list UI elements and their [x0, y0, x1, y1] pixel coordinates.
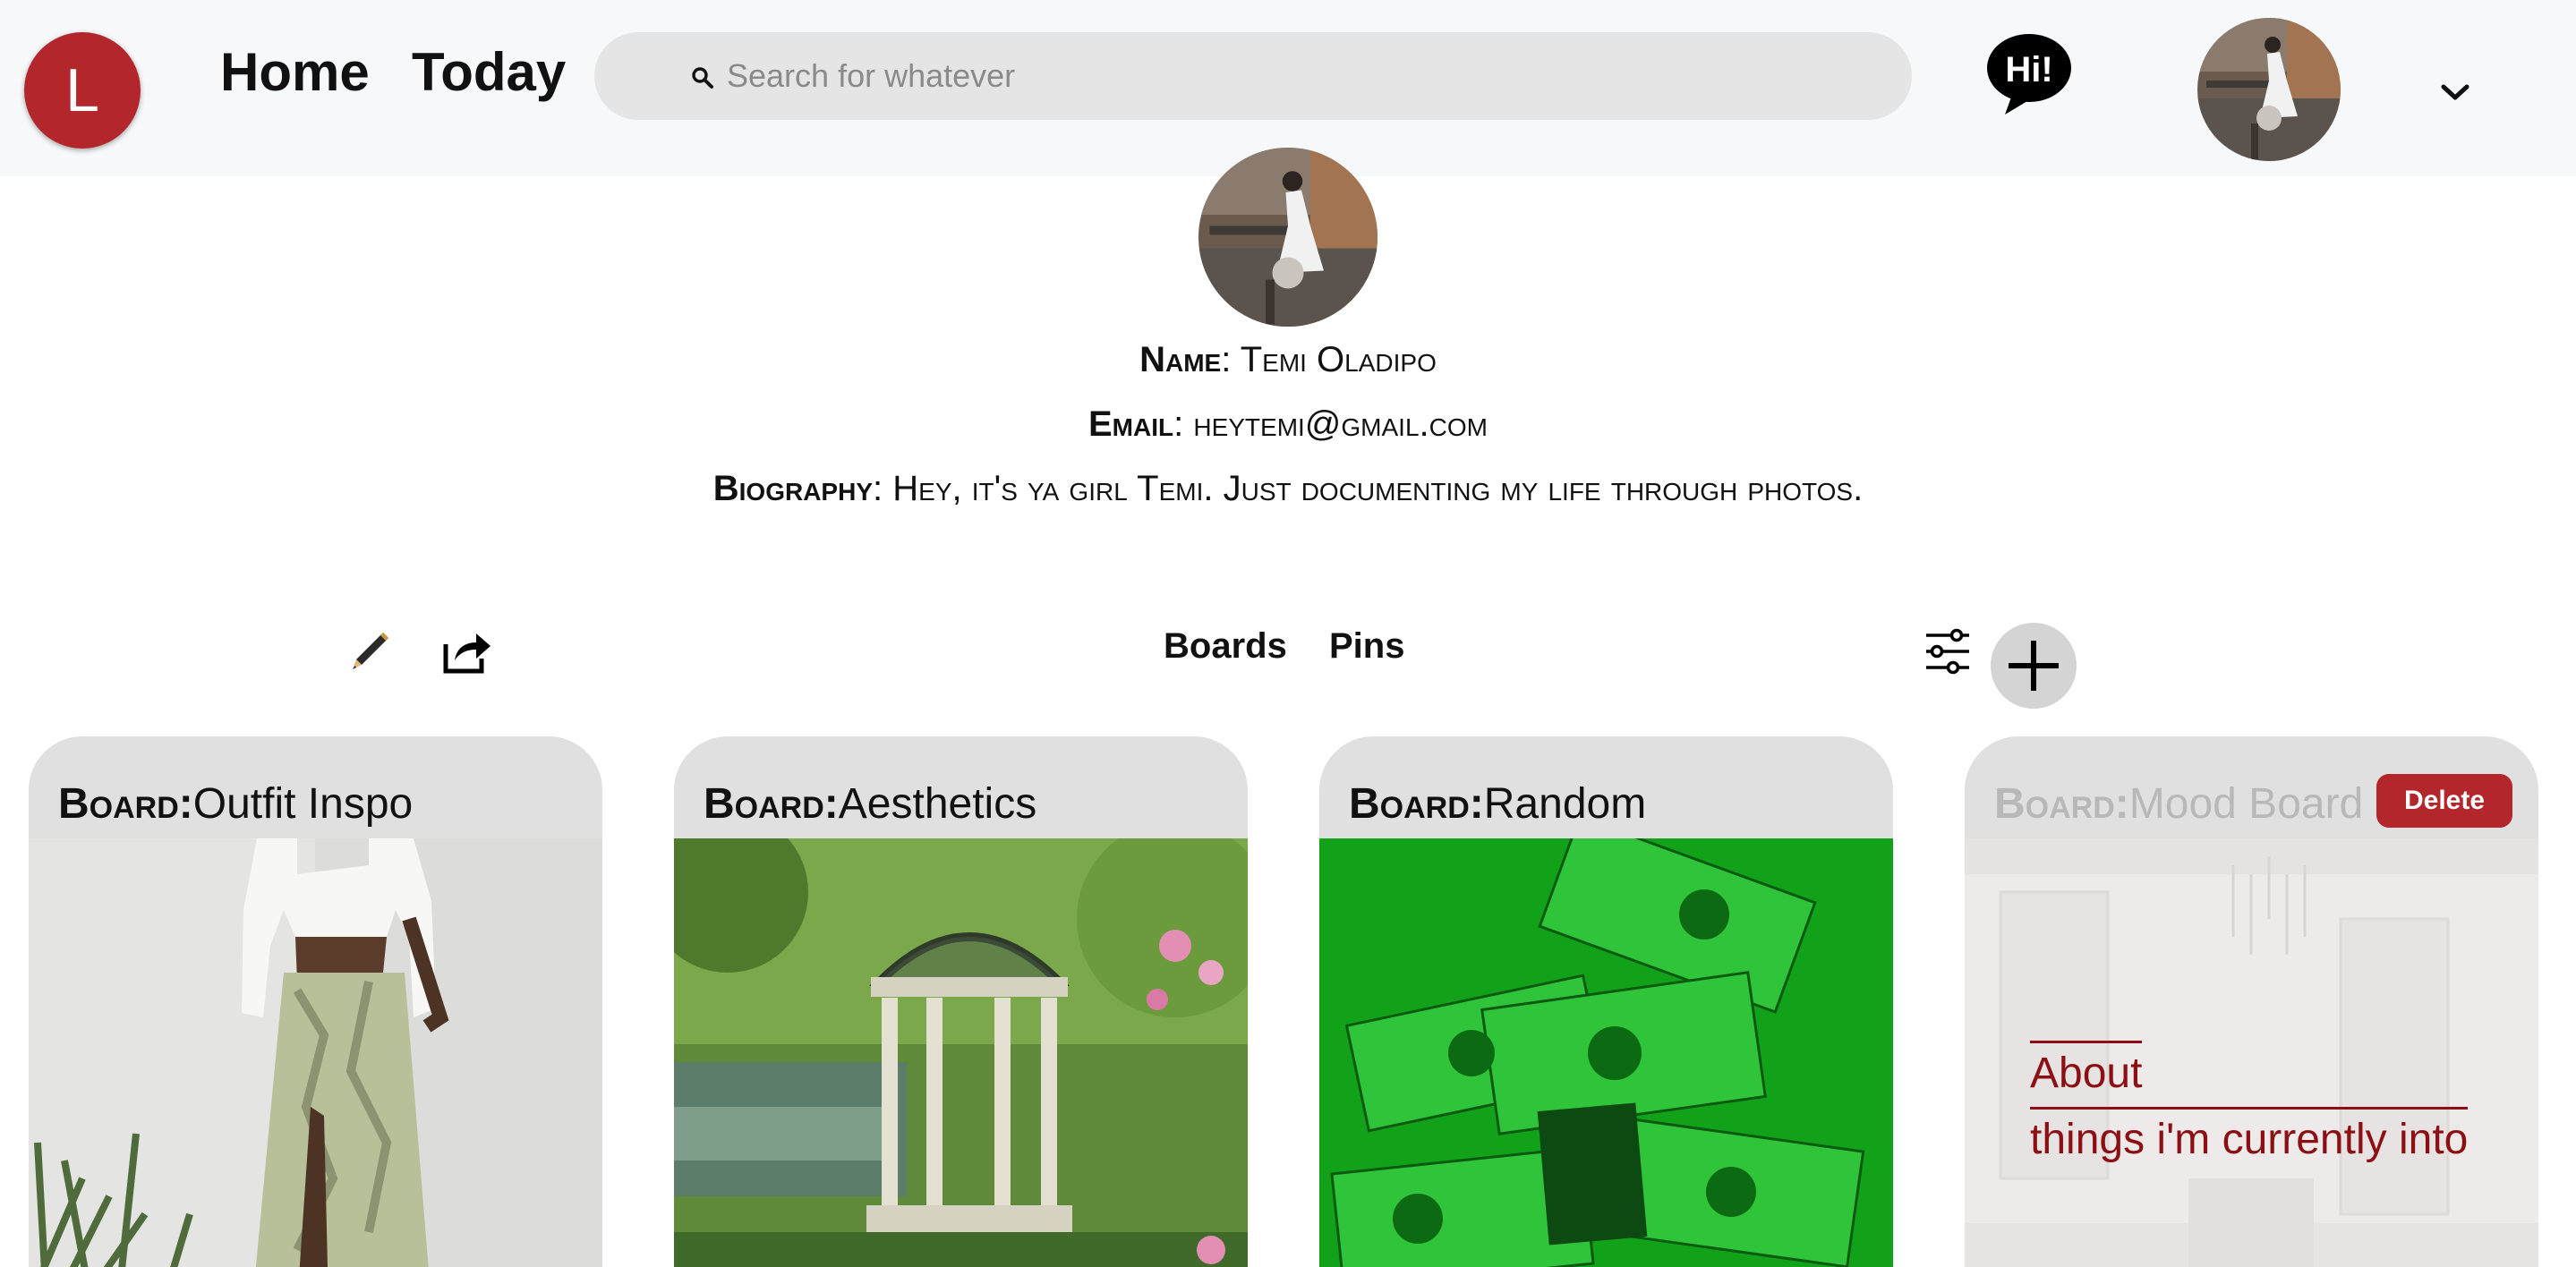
board-card[interactable]: Board:Mood Board Delete About things i'm…: [1965, 736, 2538, 1267]
pencil-icon[interactable]: [347, 629, 392, 674]
name-label: Name: [1139, 340, 1222, 379]
profile-email: Email: heytemi@gmail.com: [1088, 404, 1488, 444]
board-label: Board:: [58, 780, 193, 828]
board-title: Board:Outfit Inspo: [58, 779, 413, 829]
name-value: Temi Oladipo: [1240, 340, 1437, 379]
profile-avatar: [1198, 148, 1378, 327]
biography-value: Hey, it's ya girl Temi. Just documenting…: [892, 469, 1864, 508]
board-label: Board:: [704, 780, 839, 828]
board-cover-image: [674, 838, 1248, 1267]
board-card[interactable]: Board:Random: [1319, 736, 1893, 1267]
chat-icon-label: Hi!: [2005, 50, 2052, 89]
board-title: Board:Aesthetics: [704, 779, 1036, 829]
profile-photo: [1198, 148, 1378, 327]
delete-board-button[interactable]: Delete: [2376, 774, 2512, 828]
search-bar[interactable]: [594, 32, 1912, 120]
biography-label: Biography: [712, 469, 874, 508]
add-button[interactable]: [1991, 623, 2077, 709]
chevron-down-icon[interactable]: [2440, 82, 2470, 102]
about-description: things i'm currently into: [2030, 1107, 2469, 1164]
tab-boards[interactable]: Boards: [1164, 626, 1287, 667]
tab-pins[interactable]: Pins: [1329, 626, 1404, 667]
board-title: Board:Random: [1349, 779, 1646, 829]
board-title: Board:Mood Board: [1994, 779, 2363, 829]
board-label: Board:: [1349, 780, 1484, 828]
profile-biography: Biography: Hey, it's ya girl Temi. Just …: [712, 469, 1864, 508]
board-card[interactable]: Board:Aesthetics: [674, 736, 1248, 1267]
about-heading: About: [2030, 1041, 2143, 1098]
plus-icon: [2009, 641, 2059, 691]
profile-name: Name: Temi Oladipo: [1139, 340, 1437, 379]
board-cover-image: [1319, 838, 1893, 1267]
share-icon[interactable]: [442, 628, 492, 675]
user-avatar-button[interactable]: [2197, 18, 2341, 161]
email-label: Email: [1088, 404, 1174, 444]
board-name: Outfit Inspo: [192, 780, 414, 828]
board-label: Board:: [1994, 780, 2129, 828]
nav-home-link[interactable]: Home: [220, 41, 370, 104]
board-name: Random: [1483, 780, 1647, 828]
board-card[interactable]: Board:Outfit Inspo: [29, 736, 602, 1267]
email-value: heytemi@gmail.com: [1193, 404, 1488, 444]
user-photo: [2197, 18, 2341, 161]
filter-icon[interactable]: [1924, 628, 1971, 675]
logo-button[interactable]: L: [24, 32, 141, 149]
search-icon: [692, 67, 713, 89]
board-name: Mood Board: [2128, 780, 2364, 828]
board-cover-image: [29, 838, 602, 1267]
board-name: Aesthetics: [838, 780, 1037, 828]
nav-today-link[interactable]: Today: [412, 41, 566, 104]
chat-bubble-icon[interactable]: Hi!: [1985, 32, 2073, 115]
search-input[interactable]: [727, 57, 1801, 95]
